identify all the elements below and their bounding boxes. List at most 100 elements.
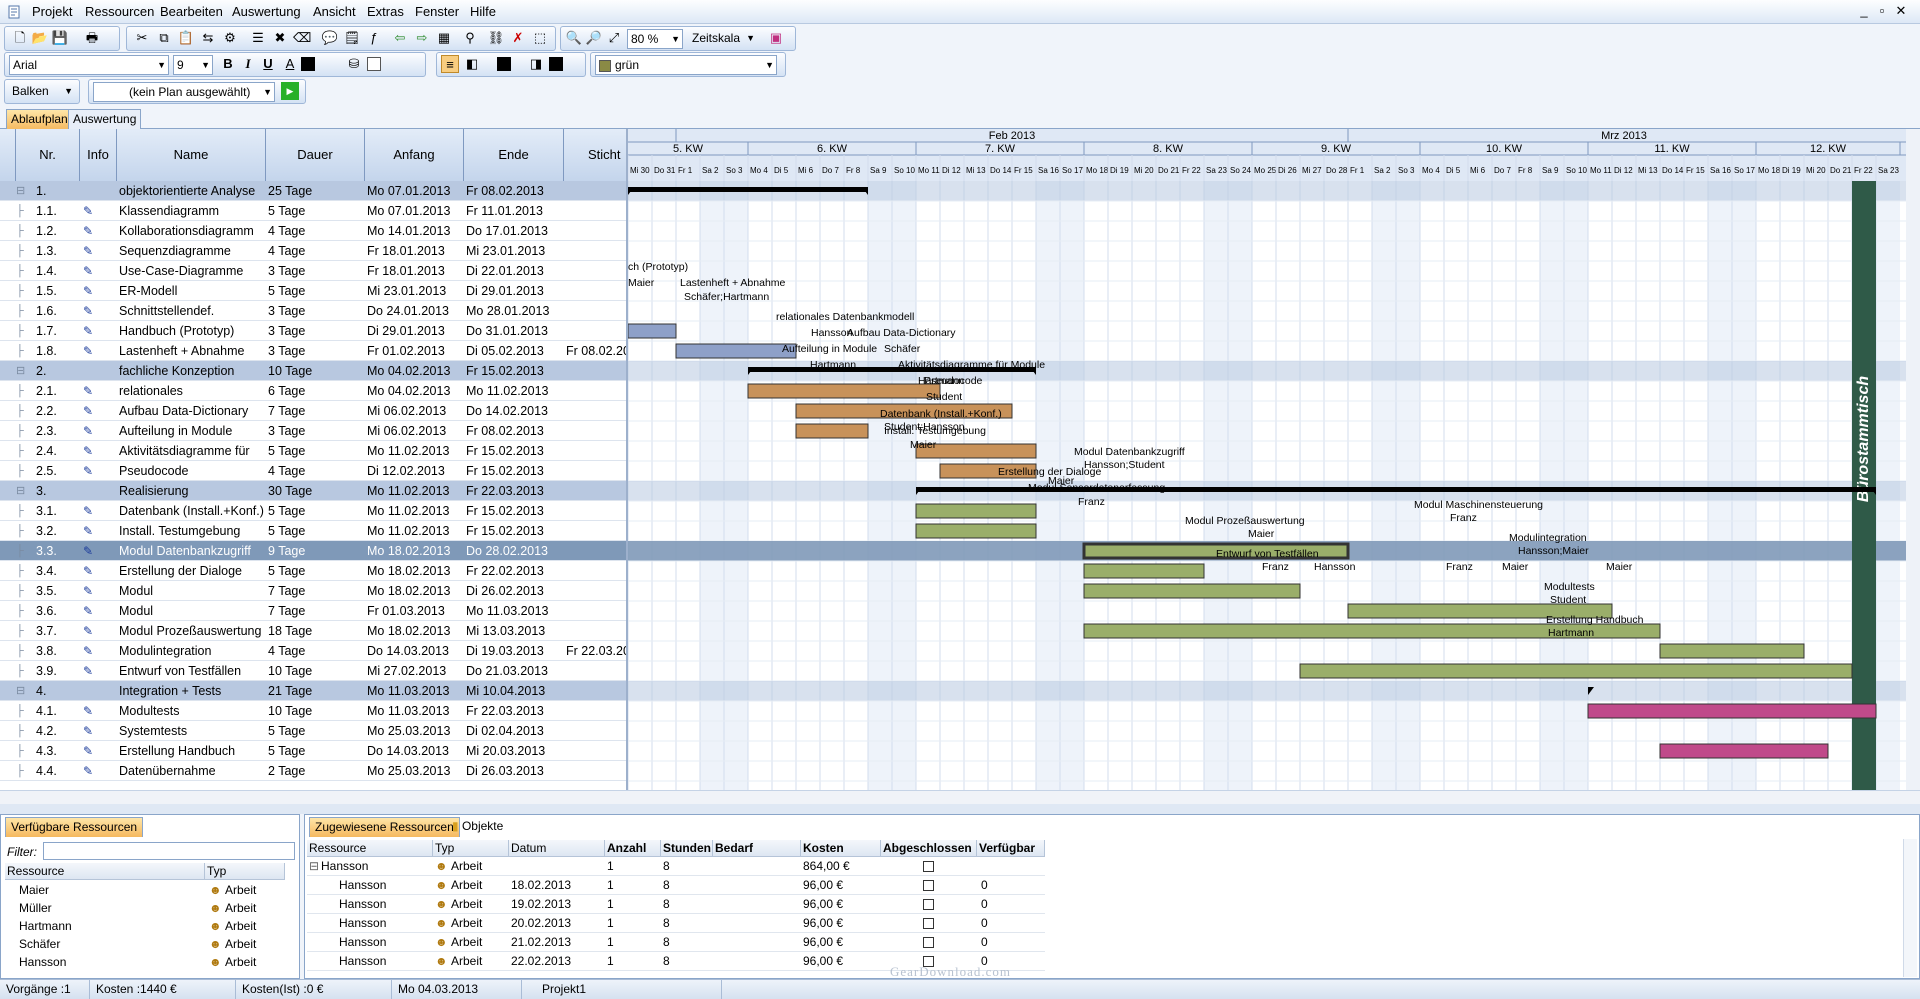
abgeschlossen-checkbox[interactable] bbox=[921, 914, 941, 933]
task-stichtag[interactable] bbox=[564, 381, 626, 401]
task-stichtag[interactable] bbox=[564, 461, 626, 481]
task-name[interactable]: fachliche Konzeption bbox=[117, 361, 266, 381]
note-icon[interactable]: 🗒 bbox=[343, 29, 361, 47]
task-stichtag[interactable] bbox=[564, 361, 626, 381]
task-row[interactable]: ├ 3.5. ✎ Modul 7 Tage Mo 18.02.2013 Di 26.02.2… bbox=[0, 581, 626, 601]
collapse-icon[interactable]: ⊟ bbox=[16, 181, 30, 201]
bar-color-swatch[interactable] bbox=[497, 57, 511, 71]
apply-plan-icon[interactable]: ▶ bbox=[281, 82, 299, 100]
task-stichtag[interactable] bbox=[564, 661, 626, 681]
task-anfang[interactable]: Mo 18.02.2013 bbox=[365, 581, 464, 601]
fill-color-swatch[interactable] bbox=[367, 57, 381, 71]
new-icon[interactable]: 🗋 bbox=[11, 29, 29, 47]
task-stichtag[interactable] bbox=[564, 581, 626, 601]
task-row[interactable]: ├ 3.1. ✎ Datenbank (Install.+Konf.) 5 Tage Mo… bbox=[0, 501, 626, 521]
task-stichtag[interactable] bbox=[564, 741, 626, 761]
task-dauer[interactable]: 10 Tage bbox=[266, 361, 365, 381]
task-stichtag[interactable] bbox=[564, 221, 626, 241]
task-stichtag[interactable] bbox=[564, 181, 626, 201]
task-ende[interactable]: Fr 15.02.2013 bbox=[464, 461, 564, 481]
task-dauer[interactable]: 3 Tage bbox=[266, 301, 365, 321]
color-select[interactable]: grün ▼ bbox=[595, 55, 777, 75]
task-edit-icon[interactable]: ✎ bbox=[83, 464, 99, 478]
task-edit-icon[interactable]: ✎ bbox=[83, 244, 99, 258]
task-edit-icon[interactable]: ✎ bbox=[83, 544, 99, 558]
header-name[interactable]: Name bbox=[117, 129, 266, 181]
bar-color-icon[interactable]: ◧ bbox=[463, 55, 481, 73]
task-name[interactable]: Modul Prozeßauswertung bbox=[117, 621, 266, 641]
task-dauer[interactable]: 10 Tage bbox=[266, 701, 365, 721]
task-name[interactable]: Aufbau Data-Dictionary bbox=[117, 401, 266, 421]
collapse-icon[interactable]: ⊟ bbox=[307, 857, 319, 876]
task-ende[interactable]: Fr 08.02.2013 bbox=[464, 181, 564, 201]
bold-icon[interactable]: B bbox=[219, 55, 237, 73]
task-anfang[interactable]: Fr 01.03.2013 bbox=[365, 601, 464, 621]
task-dauer[interactable]: 5 Tage bbox=[266, 521, 365, 541]
task-anfang[interactable]: Mo 04.02.2013 bbox=[365, 361, 464, 381]
task-anfang[interactable]: Mo 11.03.2013 bbox=[365, 701, 464, 721]
comment-icon[interactable]: 💬 bbox=[321, 29, 339, 47]
task-edit-icon[interactable]: ✎ bbox=[83, 524, 99, 538]
task-row[interactable]: ├ 1.5. ✎ ER-Modell 5 Tage Mi 23.01.2013 Di 29.… bbox=[0, 281, 626, 301]
task-dauer[interactable]: 4 Tage bbox=[266, 221, 365, 241]
task-ende[interactable]: Di 29.01.2013 bbox=[464, 281, 564, 301]
tab-objekte[interactable]: ▮ Objekte bbox=[447, 817, 508, 837]
task-name[interactable]: Pseudocode bbox=[117, 461, 266, 481]
task-name[interactable]: Systemtests bbox=[117, 721, 266, 741]
task-bar[interactable] bbox=[795, 423, 869, 439]
print-icon[interactable]: 🖶 bbox=[83, 29, 101, 47]
task-name[interactable]: Integration + Tests bbox=[117, 681, 266, 701]
task-name[interactable]: Use-Case-Diagramme bbox=[117, 261, 266, 281]
task-bar[interactable] bbox=[1083, 563, 1205, 579]
filter-input[interactable] bbox=[43, 842, 295, 860]
assigned-row[interactable]: Hansson ☻ Arbeit 19.02.2013 1 8 96,00 €0 bbox=[307, 895, 1045, 914]
task-stichtag[interactable] bbox=[564, 241, 626, 261]
task-row[interactable]: ├ 3.6. ✎ Modul 7 Tage Fr 01.03.2013 Mo 11.03.2… bbox=[0, 601, 626, 621]
task-dauer[interactable]: 21 Tage bbox=[266, 681, 365, 701]
task-anfang[interactable]: Mo 25.03.2013 bbox=[365, 721, 464, 741]
task-stichtag[interactable] bbox=[564, 501, 626, 521]
task-name[interactable]: Handbuch (Prototyp) bbox=[117, 321, 266, 341]
abgeschlossen-checkbox[interactable] bbox=[921, 857, 941, 876]
task-row[interactable]: ├ 3.9. ✎ Entwurf von Testfällen 10 Tage Mi 27… bbox=[0, 661, 626, 681]
task-dauer[interactable]: 4 Tage bbox=[266, 461, 365, 481]
task-name[interactable]: Schnittstellendef. bbox=[117, 301, 266, 321]
task-row[interactable]: ├ 1.6. ✎ Schnittstellendef. 3 Tage Do 24.01.2… bbox=[0, 301, 626, 321]
menu-ansicht[interactable]: Ansicht bbox=[313, 4, 356, 19]
font-color-swatch[interactable] bbox=[301, 57, 315, 71]
task-ende[interactable]: Di 26.02.2013 bbox=[464, 581, 564, 601]
task-name[interactable]: relationales bbox=[117, 381, 266, 401]
task-stichtag[interactable] bbox=[564, 321, 626, 341]
task-row[interactable]: ├ 3.4. ✎ Erstellung der Dialoge 5 Tage Mo 18.… bbox=[0, 561, 626, 581]
task-name[interactable]: Modul bbox=[117, 601, 266, 621]
task-ende[interactable]: Di 26.03.2013 bbox=[464, 761, 564, 781]
collapse-icon[interactable]: ⊟ bbox=[16, 361, 30, 381]
task-anfang[interactable]: Mo 07.01.2013 bbox=[365, 201, 464, 221]
task-anfang[interactable]: Mi 06.02.2013 bbox=[365, 401, 464, 421]
arrow-right-icon[interactable]: ⇨ bbox=[413, 29, 431, 47]
task-anfang[interactable]: Mi 23.01.2013 bbox=[365, 281, 464, 301]
minimize-icon[interactable]: _ bbox=[1856, 3, 1872, 18]
task-edit-icon[interactable]: ✎ bbox=[83, 704, 99, 718]
task-stichtag[interactable] bbox=[564, 541, 626, 561]
task-bar[interactable] bbox=[1299, 663, 1853, 679]
assigned-row[interactable]: Hansson ☻ Arbeit 18.02.2013 1 8 96,00 €0 bbox=[307, 876, 1045, 895]
task-edit-icon[interactable]: ✎ bbox=[83, 404, 99, 418]
binoculars-icon[interactable]: ⚲ bbox=[461, 29, 479, 47]
task-ende[interactable]: Fr 15.02.2013 bbox=[464, 501, 564, 521]
header-typ[interactable]: Typ bbox=[205, 863, 285, 880]
tab-ablaufplan[interactable]: Ablaufplan bbox=[6, 109, 73, 130]
task-edit-icon[interactable]: ✎ bbox=[83, 564, 99, 578]
resource-name[interactable]: Maier bbox=[17, 881, 197, 900]
task-ende[interactable]: Do 21.03.2013 bbox=[464, 661, 564, 681]
task-ende[interactable]: Do 28.02.2013 bbox=[464, 541, 564, 561]
task-name[interactable]: Modulintegration bbox=[117, 641, 266, 661]
task-anfang[interactable]: Mo 11.02.2013 bbox=[365, 521, 464, 541]
task-dauer[interactable]: 5 Tage bbox=[266, 281, 365, 301]
assigned-col-header[interactable]: Verfügbar bbox=[977, 840, 1045, 857]
tab-auswertung[interactable]: Auswertung bbox=[68, 109, 142, 129]
task-row[interactable]: ├ 2.3. ✎ Aufteilung in Module 3 Tage Mi 06.02… bbox=[0, 421, 626, 441]
task-row[interactable]: ⊟ 3. Realisierung 30 Tage Mo 11.02.2013 Fr 22… bbox=[0, 481, 626, 501]
task-row[interactable]: ├ 1.3. ✎ Sequenzdiagramme 4 Tage Fr 18.01.201… bbox=[0, 241, 626, 261]
task-ende[interactable]: Fr 22.03.2013 bbox=[464, 481, 564, 501]
